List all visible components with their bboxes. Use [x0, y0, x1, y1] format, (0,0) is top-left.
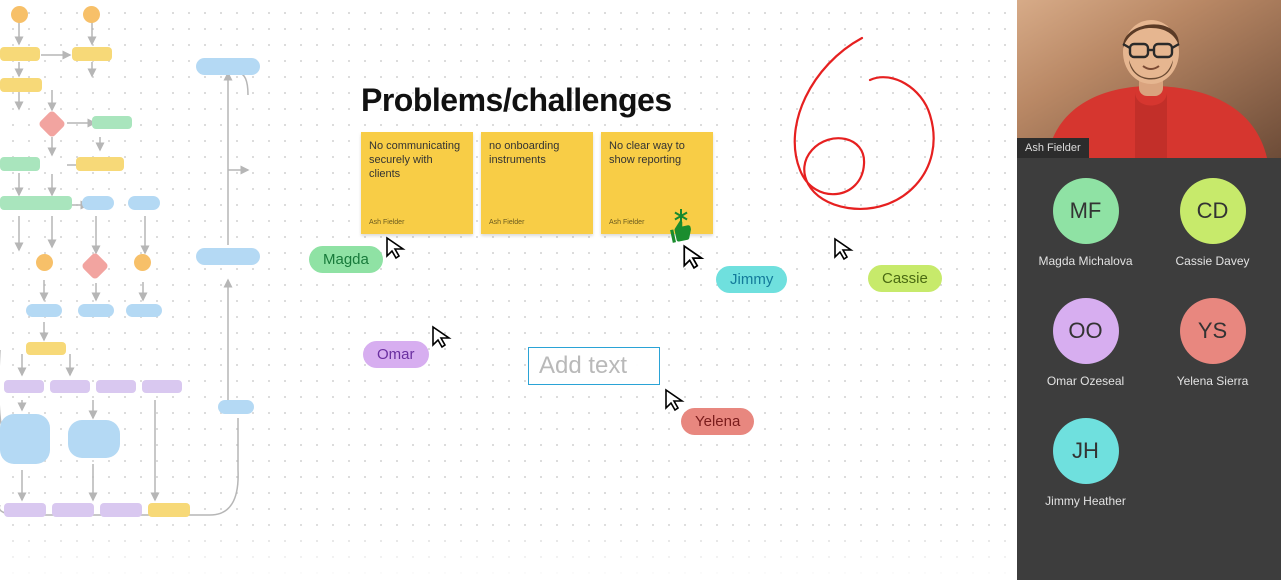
sticky-author: Ash Fielder	[489, 219, 524, 228]
cursor-label-yelena: Yelena	[681, 408, 754, 435]
participant-name: Jimmy Heather	[1045, 494, 1126, 508]
cursor-label-omar: Omar	[363, 341, 429, 368]
participant[interactable]: YS Yelena Sierra	[1156, 298, 1269, 388]
cursor-jimmy	[682, 244, 706, 275]
whiteboard-canvas[interactable]: Problems/challenges No communicating sec…	[0, 0, 1017, 580]
participant-name: Magda Michalova	[1038, 254, 1132, 268]
text-input-box[interactable]: Add text	[528, 347, 660, 385]
participant[interactable]: OO Omar Ozeseal	[1029, 298, 1142, 388]
sticky-text: No communicating securely with clients	[369, 140, 460, 180]
video-person-illustration	[1017, 0, 1281, 158]
participants-grid: MF Magda Michalova CD Cassie Davey OO Om…	[1017, 158, 1281, 518]
sticky-author: Ash Fielder	[369, 219, 404, 228]
avatar: OO	[1053, 298, 1119, 364]
cursor-omar	[431, 325, 453, 354]
app-root: Problems/challenges No communicating sec…	[0, 0, 1281, 580]
avatar: JH	[1053, 418, 1119, 484]
video-tile-primary[interactable]: Ash Fielder	[1017, 0, 1281, 158]
cursor-label-jimmy: Jimmy	[716, 266, 787, 293]
video-name-tag: Ash Fielder	[1017, 138, 1089, 158]
sticky-note[interactable]: no onboarding instruments Ash Fielder	[481, 132, 593, 234]
cursor-magda	[385, 236, 407, 265]
participant[interactable]: JH Jimmy Heather	[1029, 418, 1142, 508]
participant[interactable]: CD Cassie Davey	[1156, 178, 1269, 268]
sticky-text: No clear way to show reporting	[609, 140, 685, 166]
cursor-label-cassie: Cassie	[868, 265, 942, 292]
flowchart-shapes	[0, 0, 280, 580]
participant-name: Cassie Davey	[1175, 254, 1249, 268]
sticky-note[interactable]: No clear way to show reporting Ash Field…	[601, 132, 713, 234]
freehand-scribble[interactable]	[752, 30, 972, 250]
participants-sidebar: Ash Fielder MF Magda Michalova CD Cassie…	[1017, 0, 1281, 580]
cursor-label-magda: Magda	[309, 246, 383, 273]
participant-name: Omar Ozeseal	[1047, 374, 1124, 388]
participant[interactable]: MF Magda Michalova	[1029, 178, 1142, 268]
sticky-author: Ash Fielder	[609, 219, 644, 228]
thumbs-up-icon	[666, 216, 697, 247]
sticky-note[interactable]: No communicating securely with clients A…	[361, 132, 473, 234]
sticky-text: no onboarding instruments	[489, 140, 559, 166]
section-heading[interactable]: Problems/challenges	[361, 82, 672, 119]
avatar: YS	[1180, 298, 1246, 364]
avatar: MF	[1053, 178, 1119, 244]
participant-name: Yelena Sierra	[1177, 374, 1249, 388]
avatar: CD	[1180, 178, 1246, 244]
